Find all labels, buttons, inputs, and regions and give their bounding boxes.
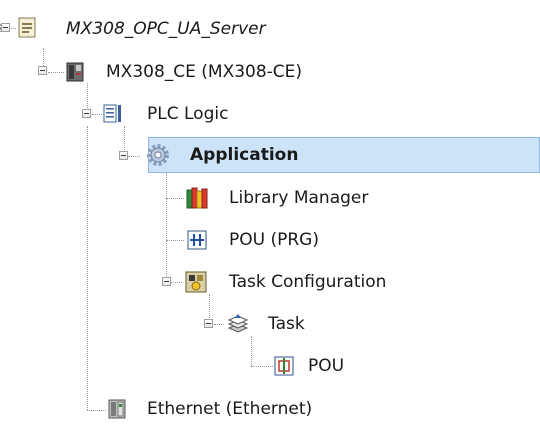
tree-node-label: POU (PRG)	[229, 230, 319, 250]
expand-toggle[interactable]	[38, 66, 47, 75]
task-configuration-icon	[185, 271, 207, 293]
tree-node-label: POU	[308, 356, 345, 376]
tree-node-label: Ethernet (Ethernet)	[147, 399, 313, 419]
expand-toggle[interactable]	[82, 109, 91, 118]
pou-call-icon	[274, 356, 294, 376]
device-icon	[66, 62, 84, 82]
pou-prg-icon	[187, 230, 207, 250]
ethernet-device-icon	[108, 399, 126, 419]
tree-node-label: Library Manager	[229, 188, 369, 208]
application-gear-icon	[147, 144, 169, 166]
project-icon	[18, 17, 36, 38]
tree-node-label: Task	[268, 314, 305, 334]
library-books-icon	[186, 187, 208, 209]
tree-node-label: Application	[190, 145, 299, 165]
tree-node-label: MX308_CE (MX308-CE)	[106, 62, 303, 82]
expand-toggle[interactable]	[204, 319, 213, 328]
task-stack-icon	[227, 314, 249, 333]
tree-node-label: PLC Logic	[147, 104, 229, 124]
plc-logic-icon	[103, 104, 121, 123]
expand-toggle[interactable]	[1, 23, 10, 32]
device-tree: MX308_OPC_UA_Server MX308_CE (MX308-CE) …	[0, 0, 540, 424]
expand-toggle[interactable]	[119, 151, 128, 160]
tree-node-label: Task Configuration	[229, 272, 387, 292]
tree-node-label: MX308_OPC_UA_Server	[66, 19, 266, 39]
expand-toggle[interactable]	[162, 277, 171, 286]
